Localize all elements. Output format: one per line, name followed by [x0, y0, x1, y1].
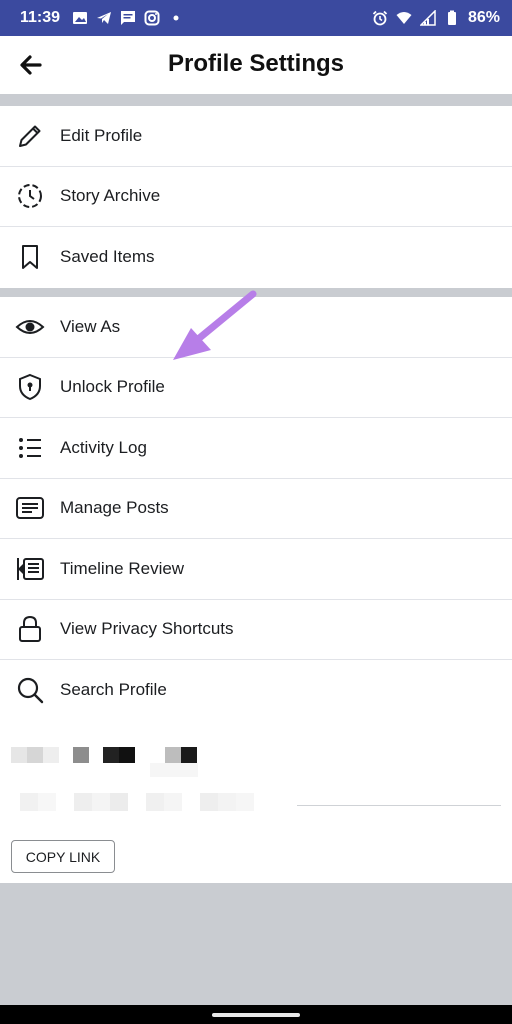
redacted-profile-url — [20, 793, 266, 811]
story-archive-icon — [14, 180, 46, 212]
menu-label: Search Profile — [60, 680, 167, 700]
battery-icon — [447, 10, 456, 25]
menu-item-timeline-review[interactable]: Timeline Review — [0, 539, 512, 600]
menu-label: Edit Profile — [60, 125, 143, 145]
menu-item-activity-log[interactable]: Activity Log — [0, 418, 512, 479]
menu-item-search-profile[interactable]: Search Profile — [0, 660, 512, 721]
status-time: 11:39 — [20, 9, 61, 26]
menu-item-story-archive[interactable]: Story Archive — [0, 167, 512, 227]
home-handle[interactable] — [212, 1013, 300, 1017]
list-icon — [14, 432, 46, 464]
dot-icon — [173, 15, 179, 21]
menu-label: View Privacy Shortcuts — [60, 619, 234, 639]
menu-item-edit-profile[interactable]: Edit Profile — [0, 106, 512, 167]
timeline-review-icon — [14, 553, 46, 585]
pencil-icon — [14, 120, 46, 152]
copy-link-button[interactable]: COPY LINK — [11, 840, 115, 873]
menu-item-manage-posts[interactable]: Manage Posts — [0, 479, 512, 539]
menu-item-privacy-shortcuts[interactable]: View Privacy Shortcuts — [0, 600, 512, 660]
bookmark-icon — [14, 241, 46, 273]
wifi-icon — [396, 12, 412, 24]
menu-label: Saved Items — [60, 247, 155, 267]
settings-group-profile: Edit Profile Story Archive Saved Items — [0, 106, 512, 288]
instagram-icon — [144, 10, 160, 26]
system-navigation-bar — [0, 1005, 512, 1024]
signal-icon — [419, 10, 436, 26]
menu-label: Story Archive — [60, 186, 161, 206]
app-bar: Profile Settings — [0, 36, 512, 94]
redacted-username-fade — [150, 763, 198, 777]
divider-line — [297, 805, 501, 806]
annotation-arrow-icon — [173, 290, 257, 360]
page-title: Profile Settings — [167, 50, 345, 77]
status-bar: 11:39 86% — [0, 0, 512, 36]
image-icon — [73, 12, 88, 24]
search-icon — [14, 674, 46, 706]
alarm-icon — [372, 10, 388, 26]
lock-icon — [14, 613, 46, 645]
menu-label: Activity Log — [60, 437, 147, 457]
shield-lock-icon — [14, 371, 46, 403]
redacted-username — [11, 747, 201, 763]
background-area — [0, 883, 512, 1005]
menu-label: Unlock Profile — [60, 377, 165, 397]
menu-label: Timeline Review — [60, 558, 185, 578]
menu-label: Manage Posts — [60, 498, 169, 518]
telegram-icon — [97, 12, 112, 24]
posts-icon — [14, 492, 46, 524]
eye-icon — [14, 311, 46, 343]
message-icon — [121, 11, 136, 25]
battery-percent: 86% — [467, 9, 500, 26]
profile-link-panel: COPY LINK — [0, 719, 512, 883]
menu-item-saved-items[interactable]: Saved Items — [0, 227, 512, 288]
menu-label: View As — [60, 316, 121, 336]
